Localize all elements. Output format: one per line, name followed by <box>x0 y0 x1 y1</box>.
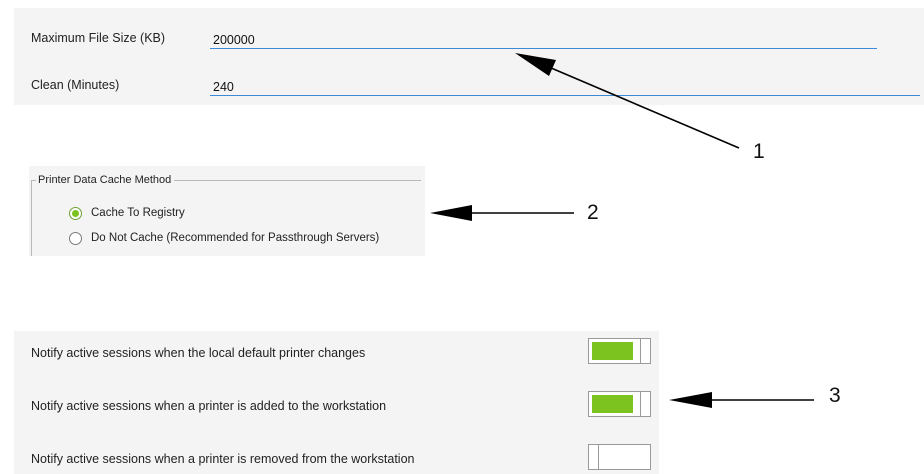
toggle-fill <box>592 395 633 413</box>
callout-arrow-3 <box>669 392 814 408</box>
radio-cache-to-registry[interactable]: Cache To Registry <box>69 205 185 221</box>
toggle-thumb[interactable] <box>640 391 651 417</box>
max-file-size-input[interactable] <box>210 29 877 49</box>
clean-minutes-row: Clean (Minutes) <box>31 76 924 98</box>
cache-method-panel: Printer Data Cache Method Cache To Regis… <box>29 166 425 256</box>
toggle-thumb[interactable] <box>640 338 651 364</box>
callout-number-1: 1 <box>753 140 765 163</box>
callout-number-2: 2 <box>587 201 599 224</box>
toggle-fill <box>592 342 633 360</box>
notify-printer-added-label: Notify active sessions when a printer is… <box>31 399 387 413</box>
notifications-panel: Notify active sessions when the local de… <box>14 331 659 474</box>
file-settings-panel: Maximum File Size (KB) Clean (Minutes) <box>14 8 924 105</box>
radio-selected-icon[interactable] <box>69 206 82 220</box>
notify-printer-added-toggle[interactable] <box>588 391 651 417</box>
notify-printer-removed-row: Notify active sessions when a printer is… <box>14 444 659 474</box>
notify-default-printer-label: Notify active sessions when the local de… <box>31 346 366 360</box>
notify-printer-removed-toggle[interactable] <box>588 444 651 470</box>
notify-printer-removed-label: Notify active sessions when a printer is… <box>31 452 415 466</box>
clean-minutes-input[interactable] <box>210 76 920 96</box>
notify-default-printer-toggle[interactable] <box>588 338 651 364</box>
radio-unselected-icon[interactable] <box>69 231 82 245</box>
toggle-thumb[interactable] <box>588 444 599 470</box>
notify-default-printer-row: Notify active sessions when the local de… <box>14 338 659 368</box>
callout-arrow-2 <box>430 205 574 221</box>
notify-printer-added-row: Notify active sessions when a printer is… <box>14 391 659 421</box>
max-file-size-label: Maximum File Size (KB) <box>31 31 166 45</box>
callout-number-3: 3 <box>829 384 841 407</box>
clean-minutes-label: Clean (Minutes) <box>31 78 120 92</box>
radio-cache-to-registry-label: Cache To Registry <box>91 207 185 219</box>
radio-do-not-cache[interactable]: Do Not Cache (Recommended for Passthroug… <box>69 230 379 246</box>
max-file-size-row: Maximum File Size (KB) <box>31 29 924 51</box>
cache-method-legend: Printer Data Cache Method <box>36 174 175 186</box>
radio-do-not-cache-label: Do Not Cache (Recommended for Passthroug… <box>91 232 380 244</box>
